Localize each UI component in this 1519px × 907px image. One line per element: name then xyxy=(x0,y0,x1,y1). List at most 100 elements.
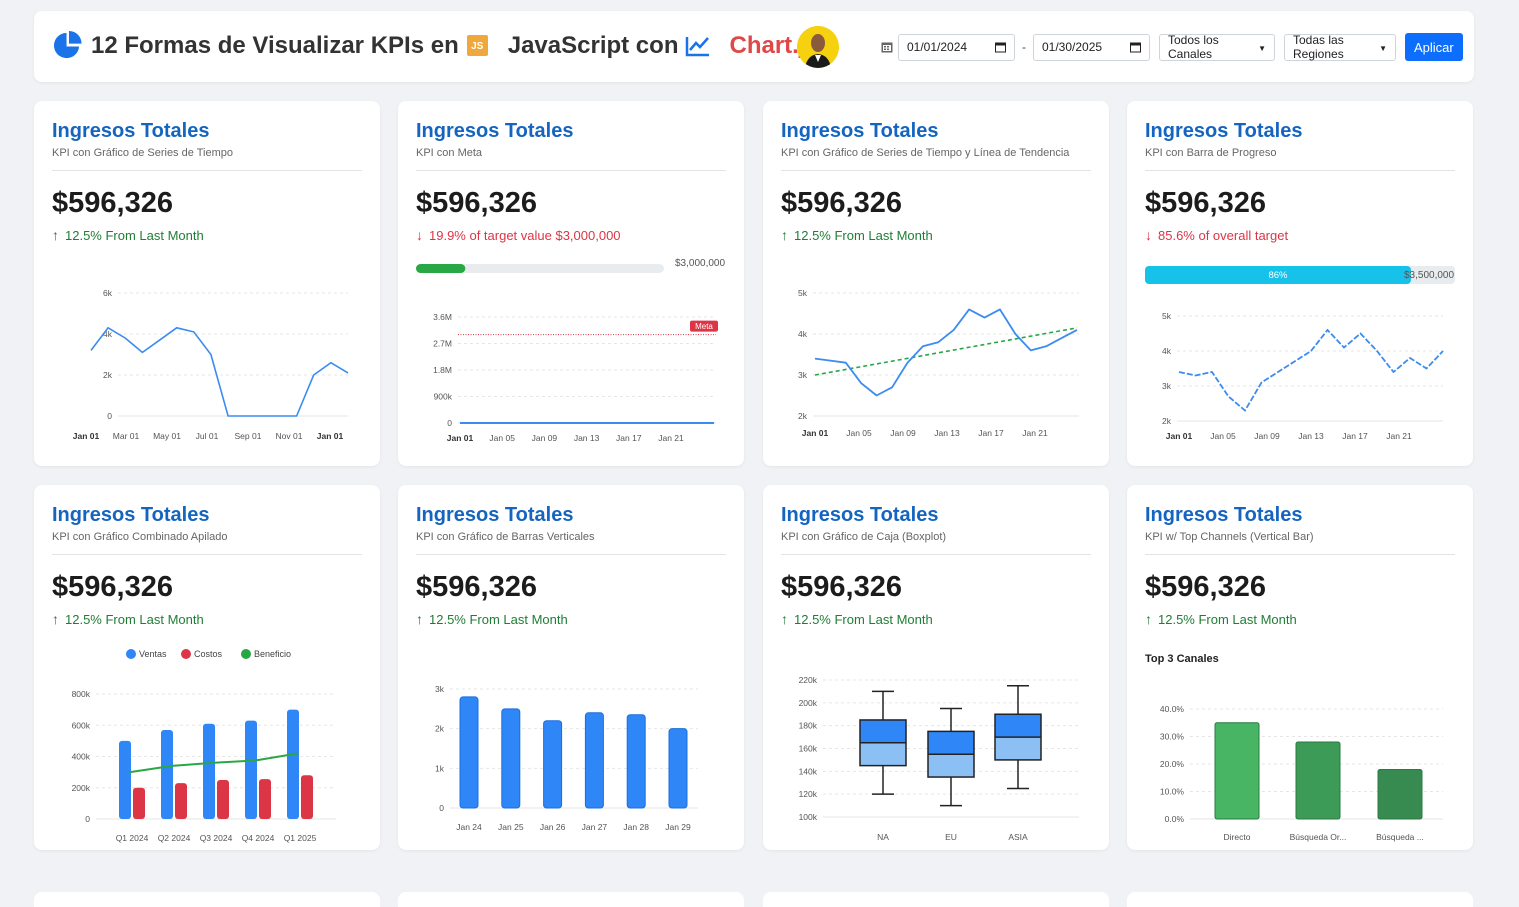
date-from-value: 01/01/2024 xyxy=(907,40,968,54)
y-tick-label: 4k xyxy=(1162,346,1172,356)
y-tick-label: 100k xyxy=(799,812,818,822)
x-tick-label: Jan 09 xyxy=(890,428,916,438)
y-tick-label: 0 xyxy=(85,814,90,824)
kpi-chart: Ventas Costos Beneficio 0 200k 400k 600k 800k Q1… xyxy=(72,649,336,843)
y-tick-label: 600k xyxy=(72,720,91,730)
kpi-card: Ingresos Totales KPI con Barra de Progres… xyxy=(1127,101,1473,466)
y-tick-label: 2k xyxy=(798,411,808,421)
chart-title: Top 3 Canales xyxy=(1145,653,1219,665)
y-tick-label: 800k xyxy=(72,689,91,699)
kpi-chart: 0 1k 2k 3k Jan 24 Jan 25 Jan 26 Jan 27 Jan 28 Jan… xyxy=(435,684,698,832)
x-tick-label: Jan 13 xyxy=(1298,431,1324,441)
calendar-picker-icon[interactable] xyxy=(1130,42,1141,53)
x-tick-label: Jan 25 xyxy=(498,822,524,832)
page-title: 12 Formas de Visualizar KPIs en JS JavaS… xyxy=(52,30,819,61)
x-tick-label: Q2 2024 xyxy=(158,833,191,843)
box-lower xyxy=(995,737,1041,760)
bar-costos xyxy=(217,779,229,819)
y-tick-label: 2k xyxy=(1162,416,1172,426)
date-from-input[interactable]: 01/01/2024 xyxy=(898,33,1015,61)
bar xyxy=(1295,741,1341,820)
kpi-card: Ingresos Totales KPI con Meta $596,326 ↓ 19.… xyxy=(398,101,744,466)
date-to-input[interactable]: 01/30/2025 xyxy=(1033,33,1150,61)
kpi-card: Ingresos Totales KPI con Gráfico de Barra… xyxy=(398,485,744,850)
calendar-picker-icon[interactable] xyxy=(995,42,1006,53)
box-upper xyxy=(995,714,1041,738)
y-tick-label: 160k xyxy=(799,744,818,754)
y-tick-label: 400k xyxy=(72,752,91,762)
y-tick-label: 5k xyxy=(798,288,808,298)
bar xyxy=(543,720,563,809)
filter-bar: 01/01/2024 - 01/30/2025 Todos los Canale… xyxy=(881,33,1463,61)
y-tick-label: 2.7M xyxy=(433,339,452,349)
bar-ventas xyxy=(119,740,131,819)
x-tick-label: Jan 05 xyxy=(1210,431,1236,441)
y-tick-label: 140k xyxy=(799,766,818,776)
series-line xyxy=(1178,328,1444,412)
x-tick-label: Jan 21 xyxy=(1022,428,1048,438)
legend-swatch xyxy=(241,649,251,659)
kpi-card-partial xyxy=(1127,892,1473,907)
x-tick-label: Jan 13 xyxy=(934,428,960,438)
x-tick-label: Jan 17 xyxy=(978,428,1004,438)
y-tick-label: 120k xyxy=(799,789,818,799)
kpi-card-partial xyxy=(763,892,1109,907)
apply-button[interactable]: Aplicar xyxy=(1405,33,1463,61)
x-tick-label: Sep 01 xyxy=(235,431,262,441)
x-tick-label: Directo xyxy=(1224,832,1251,842)
kpi-chart: 100k 120k 140k 160k 180k 200k 220k NA EU ASIA xyxy=(799,675,1079,842)
y-tick-label: 5k xyxy=(1162,311,1172,321)
x-tick-label: Jan 28 xyxy=(623,822,649,832)
y-tick-label: 6k xyxy=(103,288,113,298)
x-tick-label: Nov 01 xyxy=(276,431,303,441)
kpi-card-partial xyxy=(34,892,380,907)
x-tick-label: Jan 24 xyxy=(456,822,482,832)
channel-select[interactable]: Todos los Canales ▼ xyxy=(1159,33,1275,61)
channel-select-value: Todos los Canales xyxy=(1168,33,1219,61)
x-tick-label: Jan 09 xyxy=(1254,431,1280,441)
x-tick-label: Jan 01 xyxy=(1166,431,1193,441)
x-tick-label: Jan 05 xyxy=(846,428,872,438)
x-tick-label: Q1 2024 xyxy=(116,833,149,843)
y-tick-label: 40.0% xyxy=(1160,704,1185,714)
title-part2: JavaScript con xyxy=(507,31,679,59)
js-badge-icon: JS xyxy=(466,35,488,56)
avatar xyxy=(797,26,839,68)
bar xyxy=(501,708,521,809)
y-tick-label: 180k xyxy=(799,721,818,731)
legend-swatch xyxy=(181,649,191,659)
y-tick-label: 200k xyxy=(72,783,91,793)
x-tick-label: Q4 2024 xyxy=(242,833,275,843)
x-tick-label: NA xyxy=(877,832,889,842)
kpi-chart: Top 3 Canales 0.0% 10.0% 20.0% 30.0% 40.0% Dir… xyxy=(1145,653,1443,842)
bar xyxy=(1214,722,1260,820)
bar xyxy=(668,728,688,809)
bar xyxy=(584,712,604,809)
calendar-icon xyxy=(881,42,893,53)
region-select[interactable]: Todas las Regiones ▼ xyxy=(1284,33,1396,61)
x-tick-label: Jan 01 xyxy=(802,428,829,438)
y-tick-label: 3k xyxy=(435,684,445,694)
y-tick-label: 2k xyxy=(435,724,445,734)
kpi-card: Ingresos Totales KPI con Gráfico de Serie… xyxy=(763,101,1109,466)
x-tick-label: Jan 09 xyxy=(532,433,558,443)
x-tick-label: Búsqueda ... xyxy=(1376,832,1424,842)
x-tick-label: Jan 26 xyxy=(540,822,566,832)
chevron-down-icon: ▼ xyxy=(1379,43,1387,53)
kpi-chart: 02k4k6kJan 01 Mar 01 May 01 Jul 01 Sep 01 Nov… xyxy=(73,288,349,441)
x-tick-label: ASIA xyxy=(1008,832,1028,842)
kpi-card: Ingresos Totales KPI w/ Top Channels (Ver… xyxy=(1127,485,1473,850)
y-tick-label: 4k xyxy=(798,329,808,339)
y-tick-label: 200k xyxy=(799,698,818,708)
target-label: $3,000,000 xyxy=(675,258,725,269)
bar-costos xyxy=(259,779,271,819)
bar-costos xyxy=(175,783,187,819)
y-tick-label: 3.6M xyxy=(433,312,452,322)
x-tick-label: Jan 27 xyxy=(582,822,608,832)
x-tick-label: Jan 01 xyxy=(317,431,344,441)
kpi-chart: 2k 3k 4k 5k Jan 01 Jan 05 Jan 09 Jan 13 Jan 17 Ja… xyxy=(798,288,1079,438)
x-tick-label: Búsqueda Or... xyxy=(1290,832,1347,842)
x-tick-label: EU xyxy=(945,832,957,842)
x-tick-label: Q1 2025 xyxy=(284,833,317,843)
x-tick-label: Jan 29 xyxy=(665,822,691,832)
